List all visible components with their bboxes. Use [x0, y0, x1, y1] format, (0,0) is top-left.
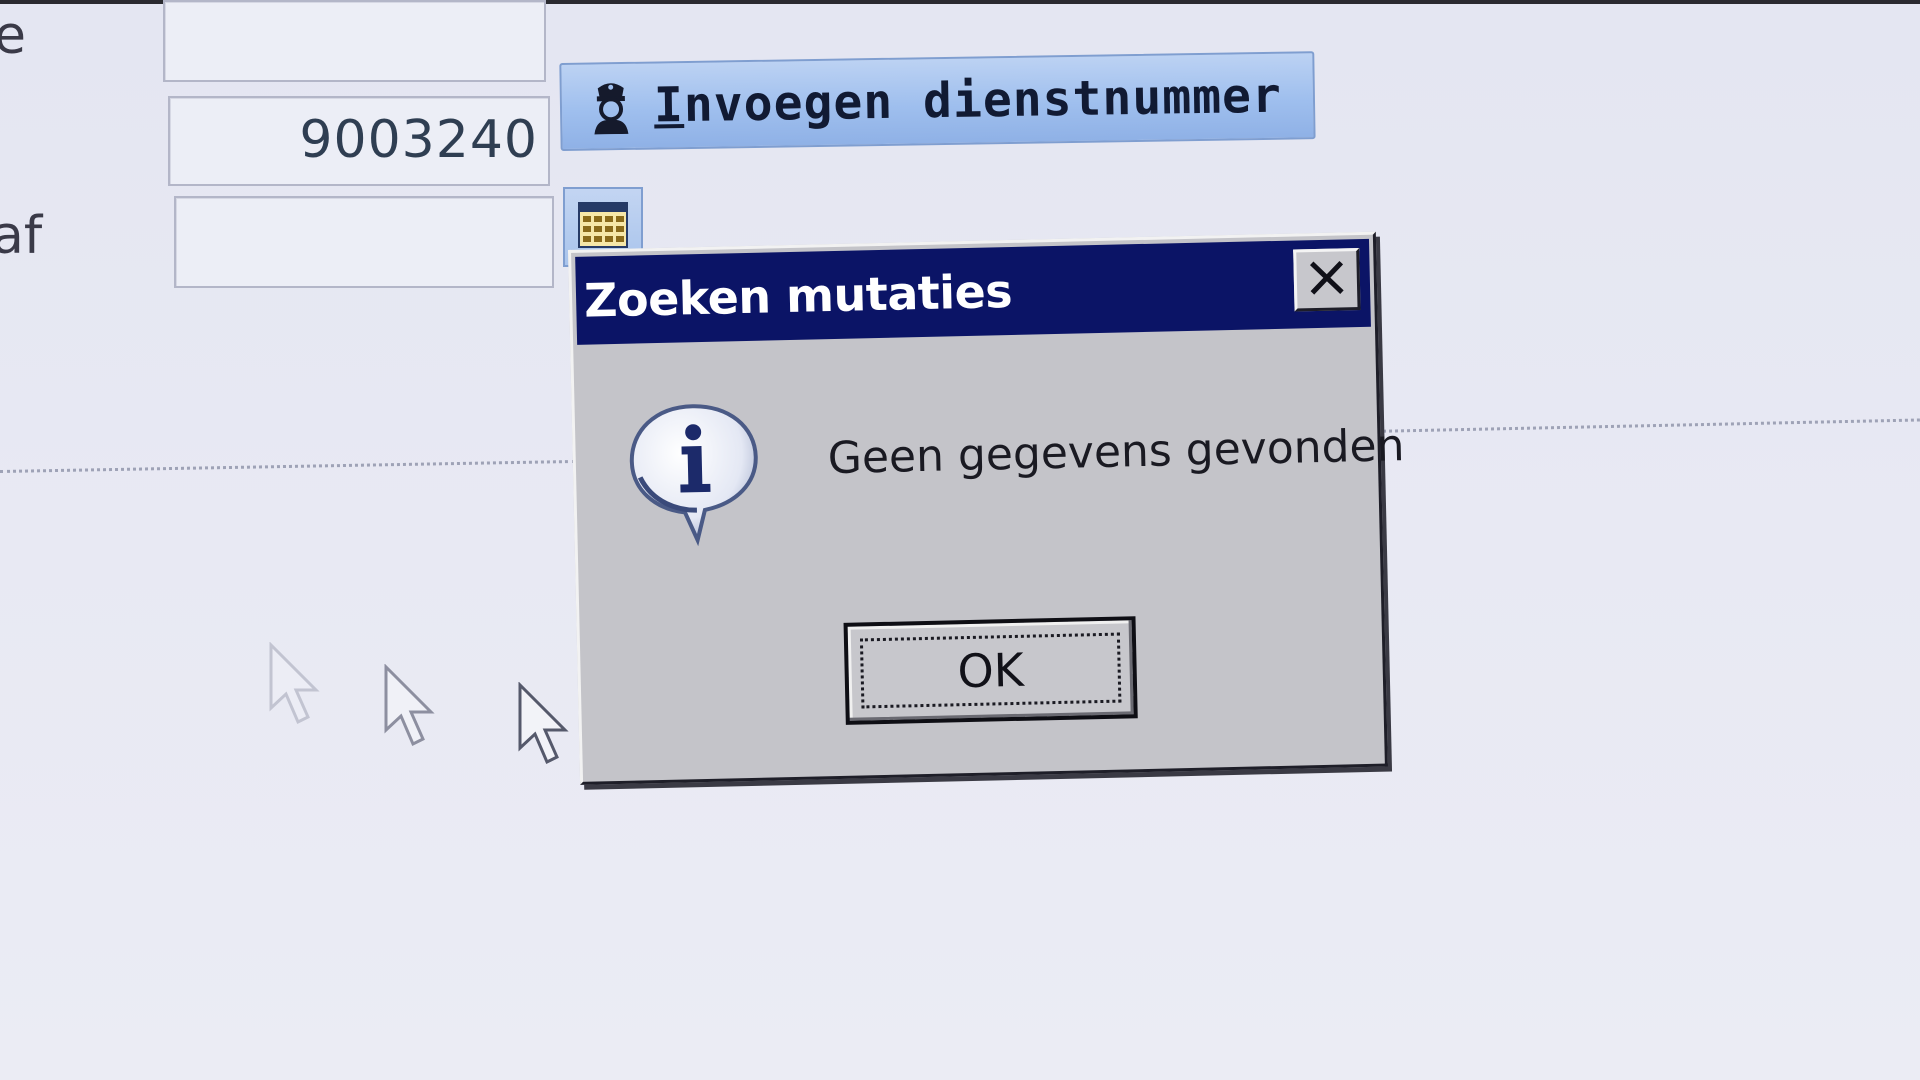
insert-service-number-label: Invoegen dienstnummer	[653, 67, 1283, 134]
info-icon	[624, 397, 763, 555]
dialog-message: Geen gegevens gevonden	[827, 420, 1405, 485]
search-mutations-dialog: Zoeken mutaties Geen gegevens gevonden O…	[568, 231, 1405, 785]
field-label-fragment-bottom: af	[0, 206, 43, 266]
section-divider-right	[1370, 418, 1920, 433]
cursor-trail-icon	[268, 641, 324, 737]
cursor-icon	[517, 681, 573, 777]
service-number-value: 9003240	[299, 110, 538, 170]
field-label-fragment-top: e	[0, 6, 26, 66]
insert-service-number-button[interactable]: Invoegen dienstnummer	[559, 51, 1316, 151]
officer-icon	[586, 77, 637, 136]
dialog-titlebar[interactable]: Zoeken mutaties	[575, 238, 1371, 345]
service-number-field[interactable]: 9003240	[168, 96, 550, 186]
dialog-title: Zoeken mutaties	[583, 263, 1013, 328]
calendar-grid-icon	[578, 201, 628, 253]
cursor-trail-icon	[383, 663, 439, 759]
date-input-field[interactable]	[174, 196, 554, 288]
ok-button[interactable]: OK	[843, 616, 1138, 725]
dialog-close-button[interactable]	[1293, 248, 1361, 312]
ok-label: OK	[956, 642, 1025, 699]
top-input-field[interactable]	[163, 0, 546, 82]
close-icon	[1309, 260, 1344, 300]
section-divider-left	[0, 459, 575, 473]
